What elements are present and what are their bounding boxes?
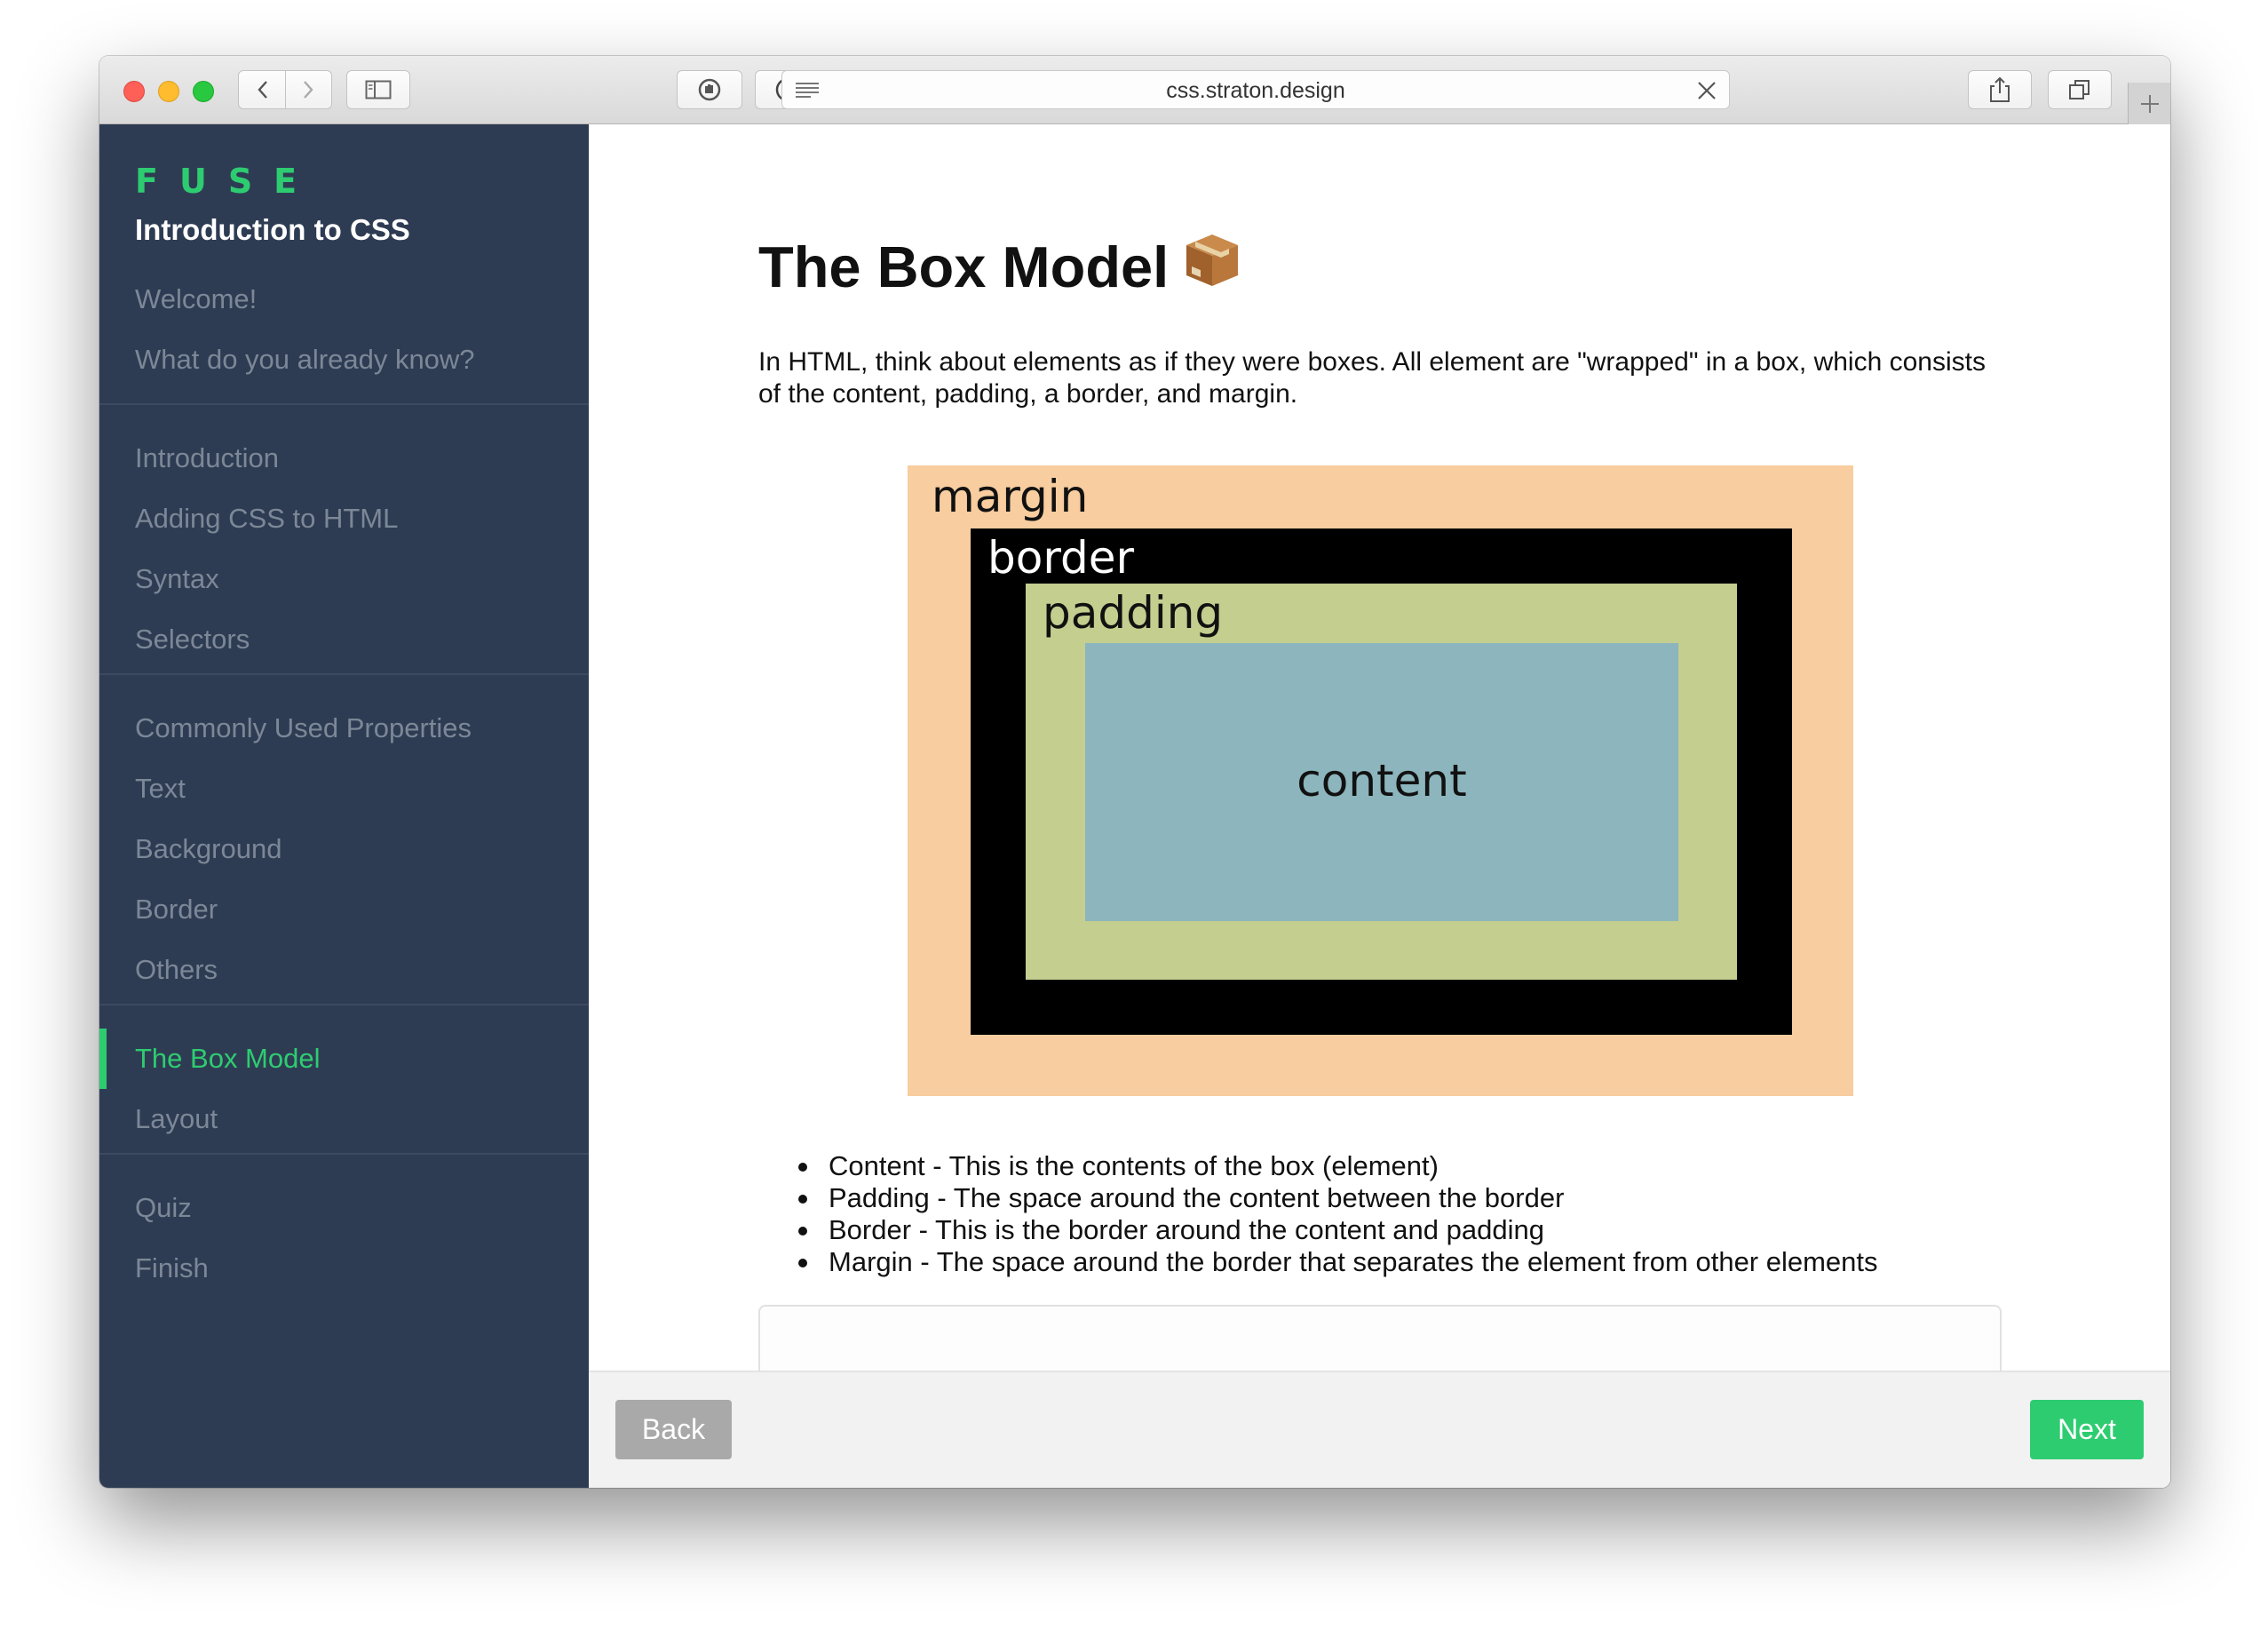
nav-group-properties: Commonly Used Properties Text Background… xyxy=(99,675,589,1005)
package-icon xyxy=(1183,231,1241,303)
forward-icon[interactable] xyxy=(284,71,331,108)
browser-window: css.straton.design FUSE Introduction to … xyxy=(99,56,2170,1488)
nav-item-common-properties[interactable]: Commonly Used Properties xyxy=(99,698,589,759)
border-label: border xyxy=(987,532,1135,584)
title-bar: css.straton.design xyxy=(99,56,2170,124)
close-icon[interactable] xyxy=(1697,81,1717,105)
minimize-window-button[interactable] xyxy=(158,81,179,102)
lesson-content: The Box Model In HTML, think about eleme… xyxy=(589,124,2170,1488)
nav-item-adding-css[interactable]: Adding CSS to HTML xyxy=(99,489,589,549)
nav-item-others[interactable]: Others xyxy=(99,940,589,1000)
content-label: content xyxy=(1297,755,1467,807)
nav-item-what-do-you-know[interactable]: What do you already know? xyxy=(99,330,589,390)
sidebar-icon[interactable] xyxy=(346,70,410,109)
page-title-text: The Box Model xyxy=(758,234,1170,299)
back-button[interactable]: Back xyxy=(615,1400,732,1459)
zoom-window-button[interactable] xyxy=(193,81,214,102)
page-title: The Box Model xyxy=(758,231,1241,303)
intro-paragraph: In HTML, think about elements as if they… xyxy=(758,347,1986,409)
shield-icon[interactable] xyxy=(677,70,742,109)
padding-label: padding xyxy=(1043,587,1224,639)
nav-item-background[interactable]: Background xyxy=(99,819,589,879)
next-button[interactable]: Next xyxy=(2030,1400,2144,1459)
box-model-list: Content - This is the contents of the bo… xyxy=(798,1150,1878,1278)
nav-item-quiz[interactable]: Quiz xyxy=(99,1178,589,1238)
code-example-box xyxy=(758,1305,2002,1376)
back-icon[interactable] xyxy=(239,71,286,108)
nav-item-text[interactable]: Text xyxy=(99,759,589,819)
history-navigation xyxy=(238,70,332,109)
nav-item-welcome[interactable]: Welcome! xyxy=(99,269,589,330)
close-window-button[interactable] xyxy=(123,81,145,102)
nav-item-layout[interactable]: Layout xyxy=(99,1089,589,1149)
nav-group-end: Quiz Finish xyxy=(99,1155,589,1306)
address-bar[interactable]: css.straton.design xyxy=(781,70,1730,109)
course-title: Introduction to CSS xyxy=(135,213,410,246)
course-sidebar: FUSE Introduction to CSS Welcome! What d… xyxy=(99,124,589,1488)
box-model-diagram: margin border padding content xyxy=(908,465,1853,1096)
brand-logo: FUSE xyxy=(135,162,319,201)
nav-item-box-model[interactable]: The Box Model xyxy=(99,1029,589,1089)
nav-item-selectors[interactable]: Selectors xyxy=(99,609,589,670)
nav-item-introduction[interactable]: Introduction xyxy=(99,428,589,489)
nav-item-finish[interactable]: Finish xyxy=(99,1238,589,1299)
lesson-footer: Back Next xyxy=(589,1371,2170,1488)
list-item: Margin - The space around the border tha… xyxy=(798,1246,1878,1277)
nav-group-intro: Welcome! What do you already know? xyxy=(99,258,589,405)
list-item: Content - This is the contents of the bo… xyxy=(798,1150,1878,1182)
plus-icon[interactable] xyxy=(2128,83,2170,124)
url-text[interactable]: css.straton.design xyxy=(782,71,1729,110)
nav-item-border[interactable]: Border xyxy=(99,879,589,940)
share-icon[interactable] xyxy=(1968,70,2032,109)
nav-group-basics: Introduction Adding CSS to HTML Syntax S… xyxy=(99,405,589,675)
tabs-icon[interactable] xyxy=(2048,70,2112,109)
list-item: Border - This is the border around the c… xyxy=(798,1214,1878,1246)
nav-group-layout: The Box Model Layout xyxy=(99,1005,589,1155)
nav-item-syntax[interactable]: Syntax xyxy=(99,549,589,609)
margin-label: margin xyxy=(932,471,1089,522)
list-item: Padding - The space around the content b… xyxy=(798,1182,1878,1214)
